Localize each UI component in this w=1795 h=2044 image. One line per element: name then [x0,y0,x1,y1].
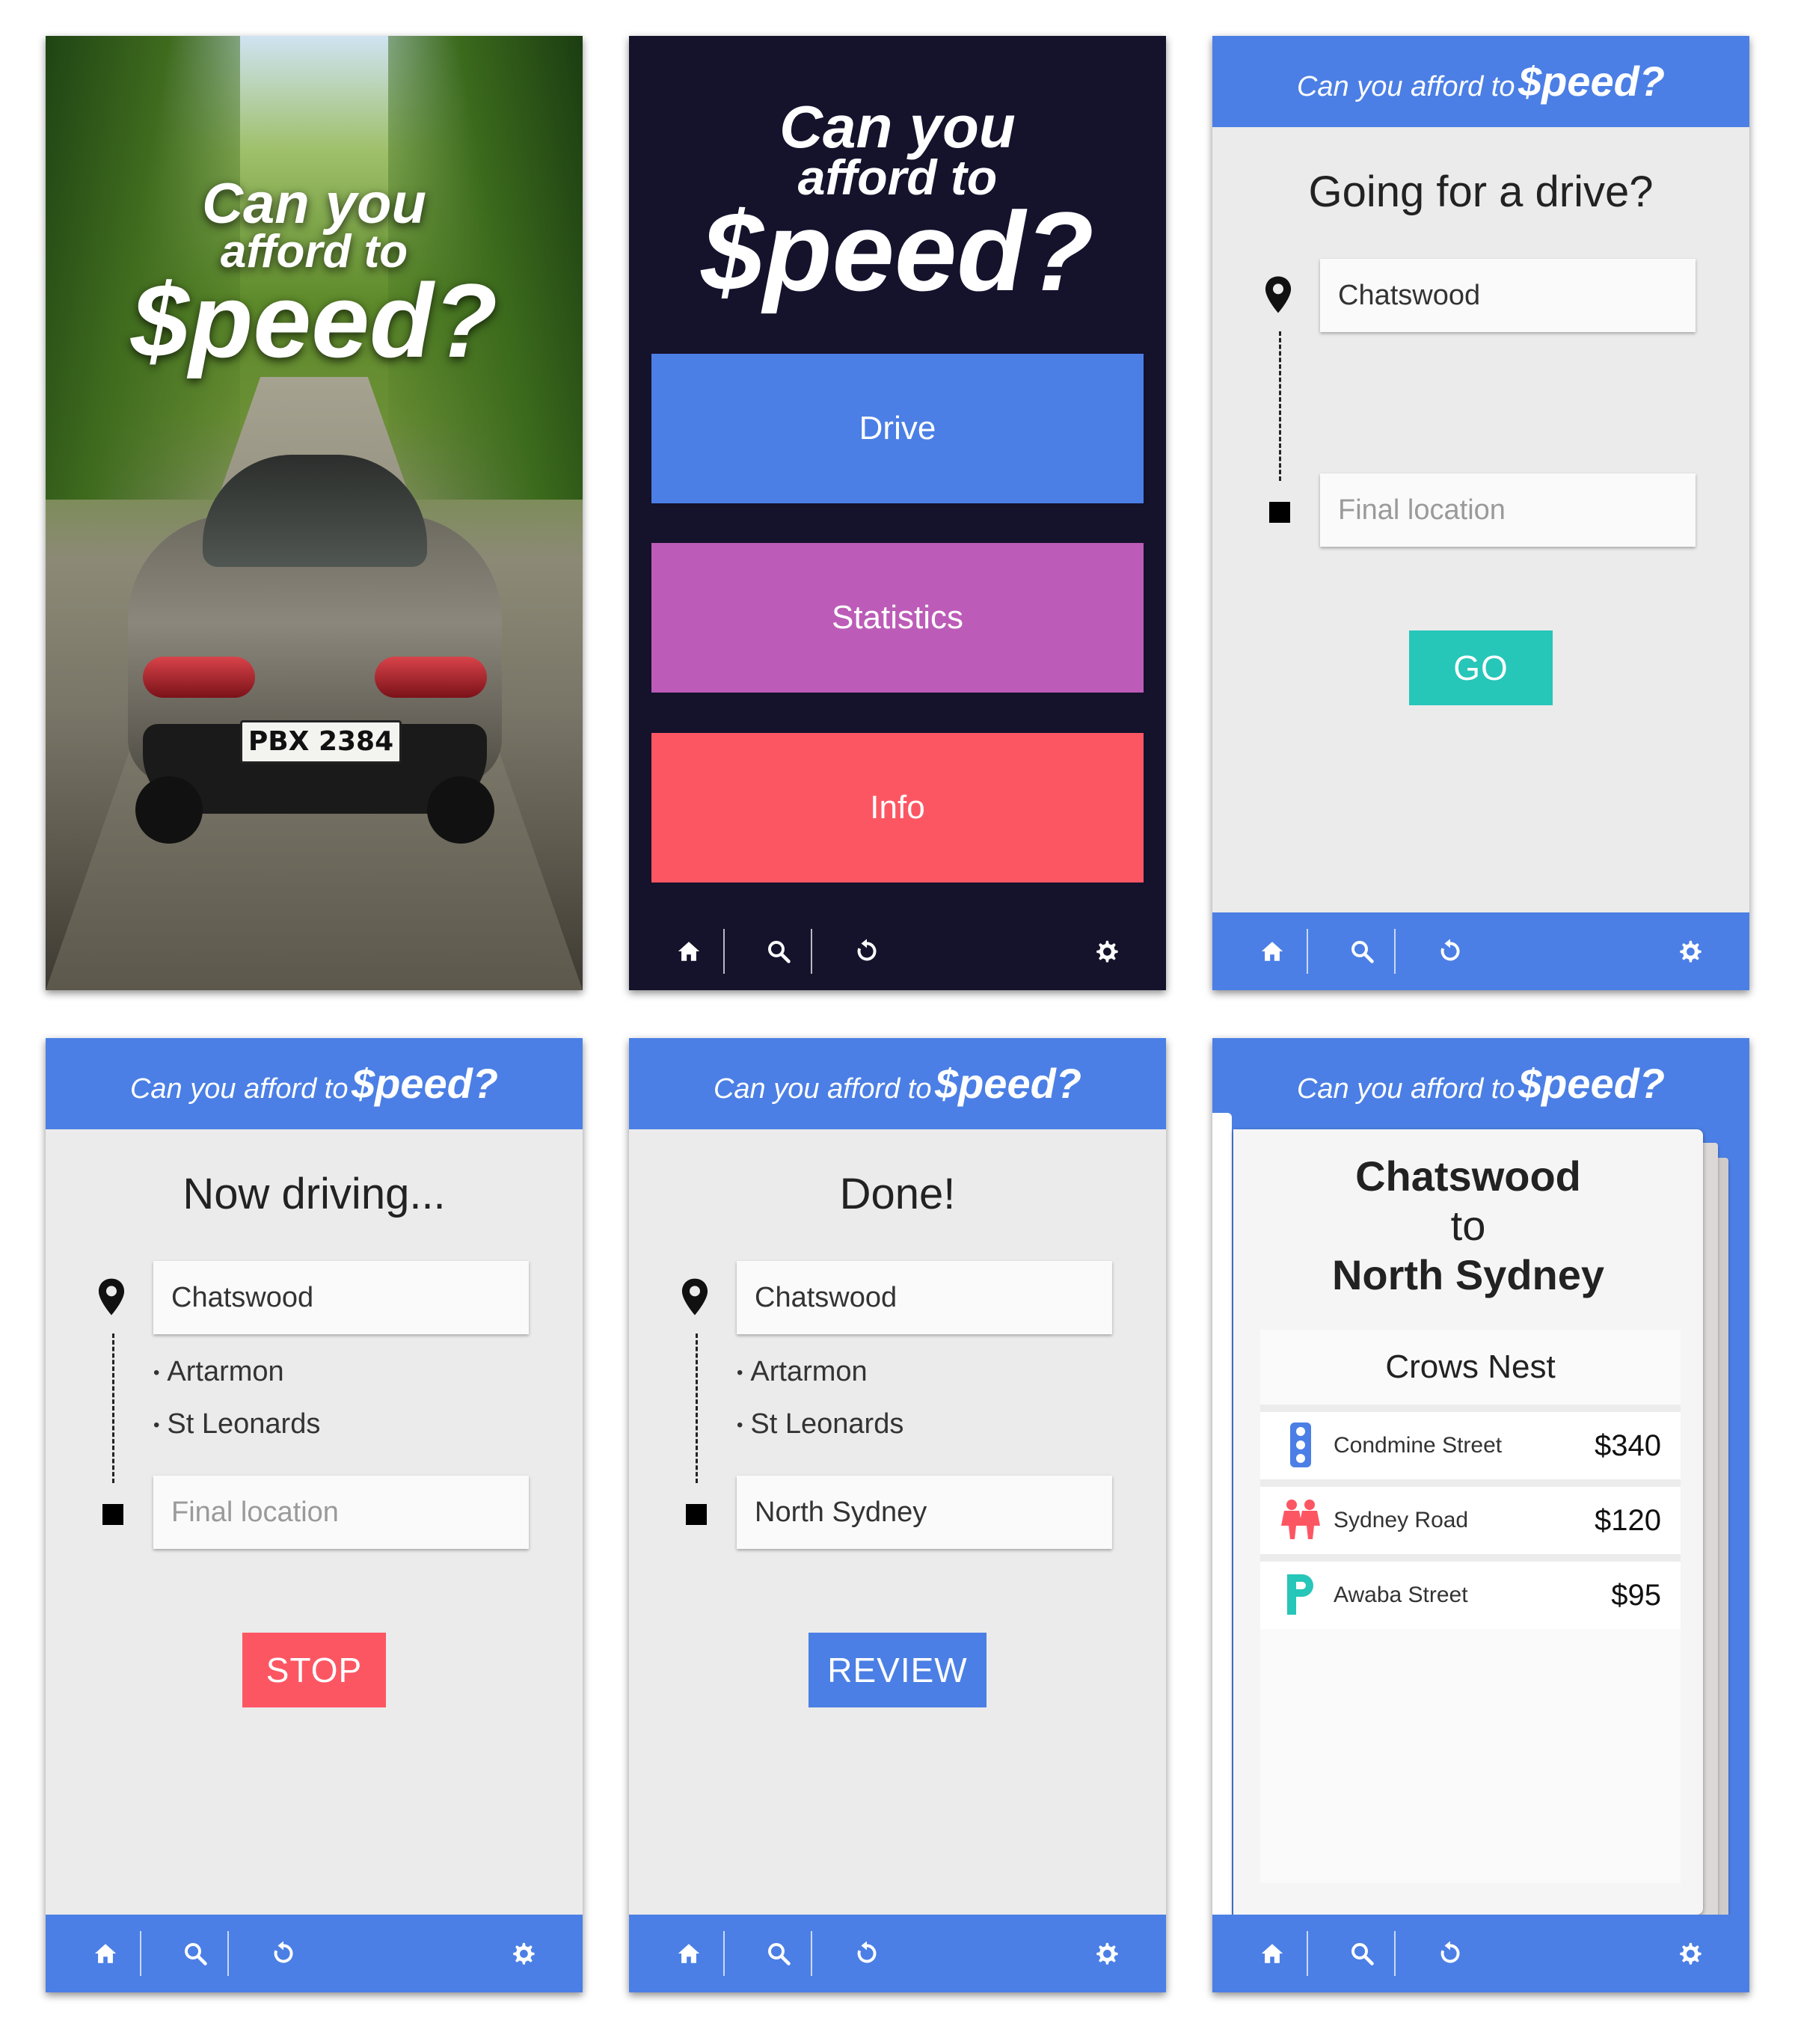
start-pin-icon [96,1277,126,1316]
stop-item: • Artarmon [153,1356,284,1387]
home-icon[interactable] [651,1915,726,1992]
app-header: Can you afford to $peed? [629,1038,1166,1129]
drive-button[interactable]: Drive [651,354,1144,503]
go-button[interactable]: GO [1409,630,1553,705]
fine-amount: $340 [1595,1429,1661,1462]
review-screen: Can you afford to $peed? Chatswood to No… [1212,1038,1749,1992]
stop-item: • St Leonards [153,1408,321,1440]
app-header: Can you afford to $peed? [1212,1038,1749,1129]
reset-icon[interactable] [829,912,904,990]
parking-icon [1278,1572,1323,1617]
reset-icon[interactable] [1413,912,1488,990]
fine-amount: $95 [1611,1579,1661,1612]
search-icon[interactable] [1325,1915,1399,1992]
reset-icon[interactable] [1413,1915,1488,1992]
traffic-light-icon [1278,1422,1323,1467]
route-from: Chatswood [1355,1153,1581,1200]
splash-screen: PBX 2384 Can you afford to $peed? [46,36,583,990]
fine-amount: $120 [1595,1504,1661,1537]
fine-row[interactable]: Sydney Road $120 [1260,1479,1681,1554]
end-square-icon [1269,502,1290,523]
home-icon[interactable] [651,912,726,990]
stop-item: • Artarmon [737,1356,868,1387]
start-pin-icon [680,1277,710,1316]
stop-button[interactable]: STOP [242,1633,386,1707]
bottom-nav [629,912,1166,990]
home-icon[interactable] [1235,912,1310,990]
search-icon[interactable] [741,912,816,990]
start-location-field[interactable]: Chatswood [1320,259,1696,332]
app-header: Can you afford to $peed? [1212,36,1749,127]
route-line [112,1333,114,1483]
fine-row[interactable]: Awaba Street $95 [1260,1554,1681,1629]
stop-item: • St Leonards [737,1408,904,1440]
driving-screen: Can you afford to $peed? Now driving... … [46,1038,583,1992]
start-location-field[interactable]: Chatswood [737,1261,1112,1334]
car-image: PBX 2384 [113,425,517,844]
final-location-field[interactable]: Final location [153,1476,529,1549]
home-icon[interactable] [68,1915,143,1992]
gear-icon[interactable] [1069,1915,1144,1992]
search-icon[interactable] [158,1915,233,1992]
start-location-field[interactable]: Chatswood [153,1261,529,1334]
bottom-nav [1212,1915,1749,1992]
drive-setup-screen: Can you afford to $peed? Going for a dri… [1212,36,1749,990]
route-heading: Chatswood to North Sydney [1233,1152,1703,1300]
route-to: North Sydney [1331,1251,1605,1298]
app-logo: Can you afford to $peed? [701,93,1094,315]
gear-icon[interactable] [1652,1915,1727,1992]
end-square-icon [102,1504,123,1525]
route-to-word: to [1450,1202,1486,1249]
reset-icon[interactable] [829,1915,904,1992]
statistics-button[interactable]: Statistics [651,543,1144,693]
app-header: Can you afford to $peed? [46,1038,583,1129]
home-icon[interactable] [1235,1915,1310,1992]
reset-icon[interactable] [246,1915,321,1992]
review-card[interactable]: Chatswood to North Sydney Crows Nest Con… [1233,1129,1703,1915]
final-location-field[interactable]: North Sydney [737,1476,1112,1549]
gear-icon[interactable] [1069,912,1144,990]
search-icon[interactable] [741,1915,816,1992]
end-square-icon [686,1504,707,1525]
page-title: Now driving... [182,1170,446,1218]
fine-street: Condmine Street [1334,1433,1503,1458]
bottom-nav [46,1915,583,1992]
fine-street: Sydney Road [1334,1508,1469,1532]
previous-card-edge[interactable] [1212,1113,1232,1921]
search-icon[interactable] [1325,912,1399,990]
review-button[interactable]: REVIEW [808,1633,987,1707]
suburb-title: Crows Nest [1385,1348,1556,1385]
license-plate: PBX 2384 [240,720,402,764]
app-logo: Can you afford to $peed? [130,172,498,379]
menu-screen: Can you afford to $peed? Drive Statistic… [629,36,1166,990]
page-title: Going for a drive? [1308,168,1654,216]
bottom-nav [629,1915,1166,1992]
route-line [1279,331,1281,481]
start-pin-icon [1263,275,1293,314]
fine-row[interactable]: Condmine Street $340 [1260,1405,1681,1479]
info-button[interactable]: Info [651,733,1144,883]
suburb-panel: Crows Nest Condmine Street $340 Sydney R… [1260,1330,1681,1883]
bottom-nav [1212,912,1749,990]
page-title: Done! [839,1170,956,1218]
done-screen: Can you afford to $peed? Done! Chatswood… [629,1038,1166,1992]
final-location-field[interactable]: Final location [1320,473,1696,547]
gear-icon[interactable] [485,1915,560,1992]
gear-icon[interactable] [1652,912,1727,990]
fine-street: Awaba Street [1334,1583,1468,1607]
route-line [696,1333,698,1483]
school-zone-icon [1278,1497,1323,1542]
